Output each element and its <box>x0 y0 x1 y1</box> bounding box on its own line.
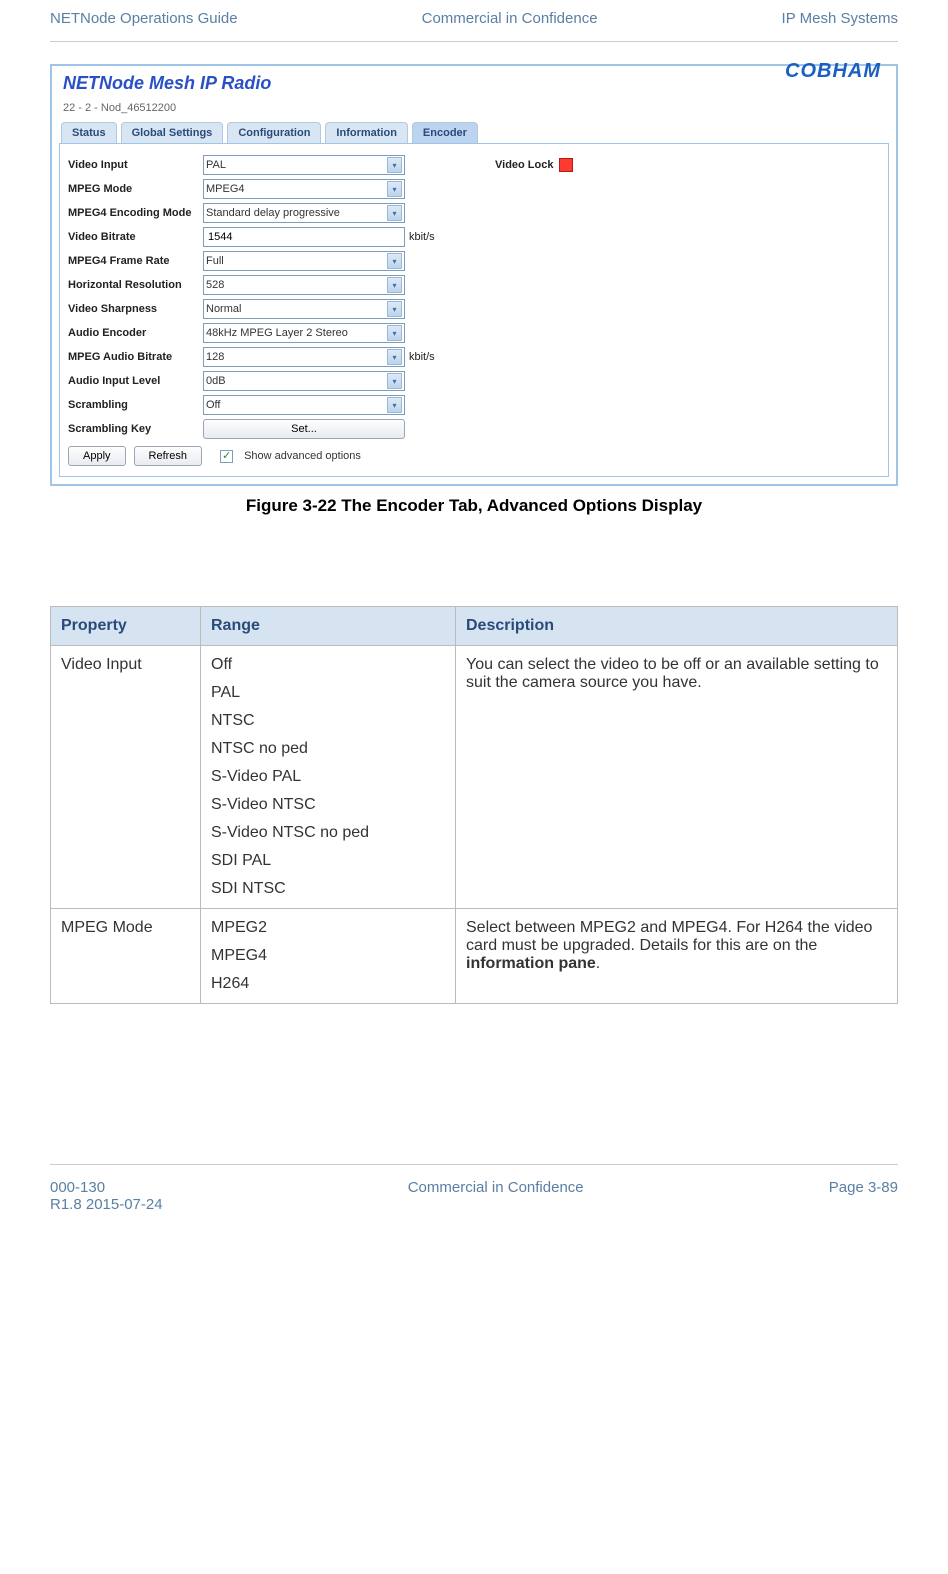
tab-encoder[interactable]: Encoder <box>412 122 478 143</box>
prop-name: MPEG Mode <box>51 909 201 1004</box>
window-title-bar: NETNode Mesh IP Radio <box>53 67 895 98</box>
cobham-logo: COBHAM <box>785 60 881 83</box>
tab-status[interactable]: Status <box>61 122 117 143</box>
prop-range: MPEG2 MPEG4 H264 <box>201 909 456 1004</box>
prop-desc: You can select the video to be off or an… <box>456 646 898 909</box>
video-input-value: PAL <box>206 159 226 171</box>
mpeg-mode-select[interactable]: MPEG4 ▾ <box>203 179 405 199</box>
video-lock-indicator <box>559 158 573 172</box>
footer-left: 000-130 R1.8 2015-07-24 <box>50 1179 163 1213</box>
prop-name: Video Input <box>51 646 201 909</box>
dropdown-icon: ▾ <box>387 253 402 269</box>
mpeg-audio-bitrate-value: 128 <box>206 351 224 363</box>
tab-global-settings[interactable]: Global Settings <box>121 122 224 143</box>
dropdown-icon: ▾ <box>387 325 402 341</box>
video-sharpness-value: Normal <box>206 303 241 315</box>
page-footer: 000-130 R1.8 2015-07-24 Commercial in Co… <box>50 1164 898 1213</box>
scrambling-key-set-button[interactable]: Set... <box>203 419 405 439</box>
table-row: MPEG Mode MPEG2 MPEG4 H264 Select betwee… <box>51 909 898 1004</box>
dropdown-icon: ▾ <box>387 397 402 413</box>
dropdown-icon: ▾ <box>387 181 402 197</box>
mpeg4-frame-rate-value: Full <box>206 255 224 267</box>
dropdown-icon: ▾ <box>387 157 402 173</box>
mpeg4-enc-mode-value: Standard delay progressive <box>206 207 340 219</box>
dropdown-icon: ▾ <box>387 301 402 317</box>
header-right: IP Mesh Systems <box>782 10 898 27</box>
tab-configuration[interactable]: Configuration <box>227 122 321 143</box>
scrambling-select[interactable]: Off ▾ <box>203 395 405 415</box>
mpeg4-frame-rate-select[interactable]: Full ▾ <box>203 251 405 271</box>
video-sharpness-select[interactable]: Normal ▾ <box>203 299 405 319</box>
video-bitrate-unit: kbit/s <box>409 231 435 243</box>
mpeg4-enc-mode-select[interactable]: Standard delay progressive ▾ <box>203 203 405 223</box>
col-property: Property <box>51 607 201 646</box>
footer-center: Commercial in Confidence <box>408 1179 584 1213</box>
mpeg4-enc-mode-label: MPEG4 Encoding Mode <box>68 207 203 219</box>
video-lock-label: Video Lock <box>495 159 553 171</box>
col-range: Range <box>201 607 456 646</box>
tab-bar: Status Global Settings Configuration Inf… <box>53 122 895 143</box>
node-id-label: 22 - 2 - Nod_46512200 <box>53 98 895 122</box>
advanced-checkbox-label: Show advanced options <box>244 450 361 462</box>
audio-input-level-label: Audio Input Level <box>68 375 203 387</box>
audio-encoder-select[interactable]: 48kHz MPEG Layer 2 Stereo ▾ <box>203 323 405 343</box>
video-bitrate-label: Video Bitrate <box>68 231 203 243</box>
footer-right: Page 3-89 <box>829 1179 898 1213</box>
dropdown-icon: ▾ <box>387 349 402 365</box>
apply-button[interactable]: Apply <box>68 446 126 466</box>
mpeg-mode-value: MPEG4 <box>206 183 245 195</box>
audio-encoder-value: 48kHz MPEG Layer 2 Stereo <box>206 327 348 339</box>
mpeg-mode-label: MPEG Mode <box>68 183 203 195</box>
page-header: NETNode Operations Guide Commercial in C… <box>50 10 898 42</box>
advanced-checkbox[interactable]: ✓ <box>220 450 233 463</box>
refresh-button[interactable]: Refresh <box>134 446 203 466</box>
scrambling-key-label: Scrambling Key <box>68 423 203 435</box>
dropdown-icon: ▾ <box>387 373 402 389</box>
col-description: Description <box>456 607 898 646</box>
mpeg-audio-bitrate-unit: kbit/s <box>409 351 435 363</box>
property-table: Property Range Description Video Input O… <box>50 606 898 1004</box>
prop-range: Off PAL NTSC NTSC no ped S-Video PAL S-V… <box>201 646 456 909</box>
scrambling-label: Scrambling <box>68 399 203 411</box>
video-bitrate-input[interactable] <box>203 227 405 247</box>
scrambling-value: Off <box>206 399 220 411</box>
horiz-res-label: Horizontal Resolution <box>68 279 203 291</box>
header-left: NETNode Operations Guide <box>50 10 238 27</box>
mpeg-audio-bitrate-label: MPEG Audio Bitrate <box>68 351 203 363</box>
dropdown-icon: ▾ <box>387 205 402 221</box>
figure-caption: Figure 3-22 The Encoder Tab, Advanced Op… <box>50 496 898 516</box>
audio-encoder-label: Audio Encoder <box>68 327 203 339</box>
audio-input-level-select[interactable]: 0dB ▾ <box>203 371 405 391</box>
horiz-res-value: 528 <box>206 279 224 291</box>
table-row: Video Input Off PAL NTSC NTSC no ped S-V… <box>51 646 898 909</box>
video-input-label: Video Input <box>68 159 203 171</box>
dropdown-icon: ▾ <box>387 277 402 293</box>
header-center: Commercial in Confidence <box>422 10 598 27</box>
encoder-screenshot: NETNode Mesh IP Radio COBHAM 22 - 2 - No… <box>50 64 898 486</box>
prop-desc: Select between MPEG2 and MPEG4. For H264… <box>456 909 898 1004</box>
mpeg-audio-bitrate-select[interactable]: 128 ▾ <box>203 347 405 367</box>
tab-information[interactable]: Information <box>325 122 408 143</box>
mpeg4-frame-rate-label: MPEG4 Frame Rate <box>68 255 203 267</box>
video-sharpness-label: Video Sharpness <box>68 303 203 315</box>
audio-input-level-value: 0dB <box>206 375 226 387</box>
app-title: NETNode Mesh IP Radio <box>63 73 271 93</box>
horiz-res-select[interactable]: 528 ▾ <box>203 275 405 295</box>
encoder-form: Video Input PAL ▾ Video Lock MPEG Mode M… <box>59 143 889 477</box>
video-input-select[interactable]: PAL ▾ <box>203 155 405 175</box>
